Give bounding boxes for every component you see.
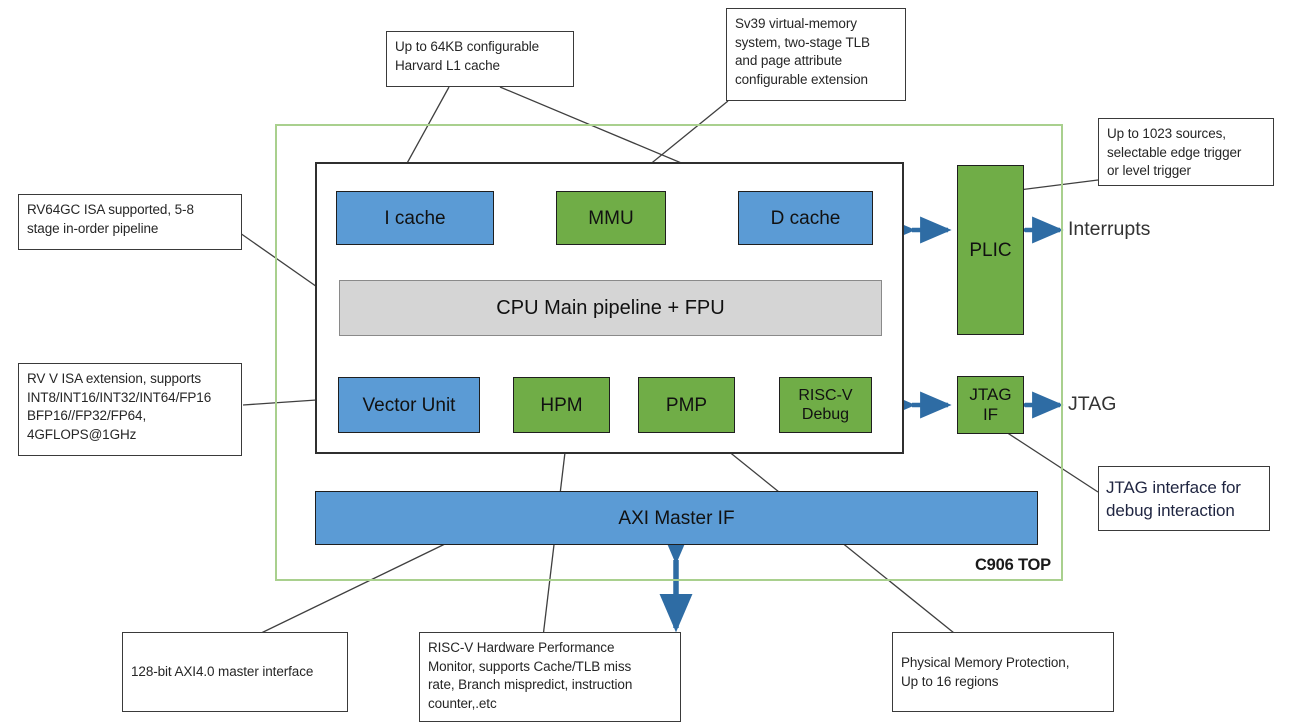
block-cpu-main-pipeline-fpu[interactable]: CPU Main pipeline + FPU	[339, 280, 882, 336]
callout-pmp: Physical Memory Protection, Up to 16 reg…	[892, 632, 1114, 712]
block-plic[interactable]: PLIC	[957, 165, 1024, 335]
block-vector-unit[interactable]: Vector Unit	[338, 377, 480, 433]
block-jtag-if[interactable]: JTAG IF	[957, 376, 1024, 434]
callout-isa: RV64GC ISA supported, 5-8 stage in-order…	[18, 194, 242, 250]
callout-jtag: JTAG interface for debug interaction	[1098, 466, 1270, 531]
callout-axi: 128-bit AXI4.0 master interface	[122, 632, 348, 712]
block-riscv-debug[interactable]: RISC-V Debug	[779, 377, 872, 433]
callout-hpm: RISC-V Hardware Performance Monitor, sup…	[419, 632, 681, 722]
block-mmu[interactable]: MMU	[556, 191, 666, 245]
block-diagram-canvas: C906 TOP I cache MMU D cache CPU Main pi…	[0, 0, 1308, 728]
callout-plic: Up to 1023 sources, selectable edge trig…	[1098, 118, 1274, 186]
port-label-jtag: JTAG	[1068, 393, 1117, 415]
callout-mmu: Sv39 virtual-memory system, two-stage TL…	[726, 8, 906, 101]
block-i-cache[interactable]: I cache	[336, 191, 494, 245]
port-label-interrupts: Interrupts	[1068, 218, 1151, 240]
block-axi-master-if[interactable]: AXI Master IF	[315, 491, 1038, 545]
chip-boundary-label: C906 TOP	[974, 556, 1051, 574]
block-pmp[interactable]: PMP	[638, 377, 735, 433]
callout-l1-cache: Up to 64KB configurable Harvard L1 cache	[386, 31, 574, 87]
block-hpm[interactable]: HPM	[513, 377, 610, 433]
block-d-cache[interactable]: D cache	[738, 191, 873, 245]
callout-vector-unit: RV V ISA extension, supports INT8/INT16/…	[18, 363, 242, 456]
